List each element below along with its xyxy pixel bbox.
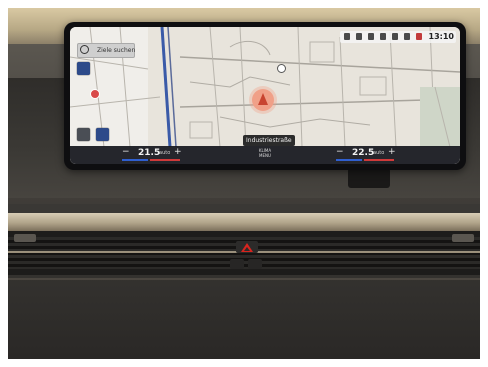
photo-frame: 13:10 Ziele suchen Industriestraße − 21.… (8, 8, 480, 359)
vehicle-heading-arrow-icon (258, 93, 268, 105)
right-warm-indicator (364, 159, 394, 161)
search-icon (80, 45, 89, 54)
status-bar: 13:10 (340, 31, 456, 43)
connectivity-icon (368, 33, 374, 40)
destination-pin-icon[interactable] (90, 89, 100, 99)
left-temp-minus-button[interactable]: − (122, 147, 130, 158)
left-cool-indicator (122, 159, 148, 161)
right-temp-plus-button[interactable]: + (388, 147, 396, 158)
climate-menu-button[interactable]: KLIMA MENU (248, 148, 282, 158)
bluetooth-icon (404, 33, 410, 40)
left-warm-indicator (150, 159, 180, 161)
right-temperature[interactable]: 22.5 (352, 147, 374, 159)
infotainment-screen: 13:10 Ziele suchen Industriestraße − 21.… (70, 27, 460, 164)
phone-icon[interactable] (356, 33, 362, 40)
dashboard-stitching (8, 278, 480, 280)
lower-dashboard (8, 275, 480, 359)
compass-button[interactable] (77, 128, 90, 141)
left-vent-control[interactable] (14, 234, 36, 242)
settings-icon[interactable] (344, 33, 350, 40)
right-temp-mode: auto (373, 150, 385, 156)
right-vent-control[interactable] (452, 234, 474, 242)
search-label: Ziele suchen (97, 47, 136, 54)
message-icon[interactable] (416, 33, 422, 40)
current-street-label: Industriestraße (243, 135, 295, 146)
screen-mount (348, 168, 390, 188)
map-layers-button[interactable] (96, 128, 109, 141)
left-temp-mode: auto (159, 150, 171, 156)
defrost-button[interactable] (248, 259, 262, 269)
destination-search-button[interactable]: Ziele suchen (77, 43, 135, 58)
music-icon[interactable] (380, 33, 386, 40)
map-view-button[interactable] (77, 62, 90, 75)
volume-icon[interactable] (392, 33, 398, 40)
dashboard-trim (8, 213, 480, 231)
right-temp-minus-button[interactable]: − (336, 147, 344, 158)
climate-bar: − 21.5 auto + KLIMA MENU − 22.5 auto + (70, 146, 460, 164)
climate-menu-line2: MENU (259, 153, 271, 158)
clock: 13:10 (428, 32, 454, 41)
hazard-icon-inner (244, 247, 250, 251)
poi-marker-icon[interactable] (277, 64, 286, 73)
left-temp-plus-button[interactable]: + (174, 147, 182, 158)
right-cool-indicator (336, 159, 362, 161)
left-temperature[interactable]: 21.5 (138, 147, 160, 159)
climate-max-button[interactable] (230, 259, 244, 269)
